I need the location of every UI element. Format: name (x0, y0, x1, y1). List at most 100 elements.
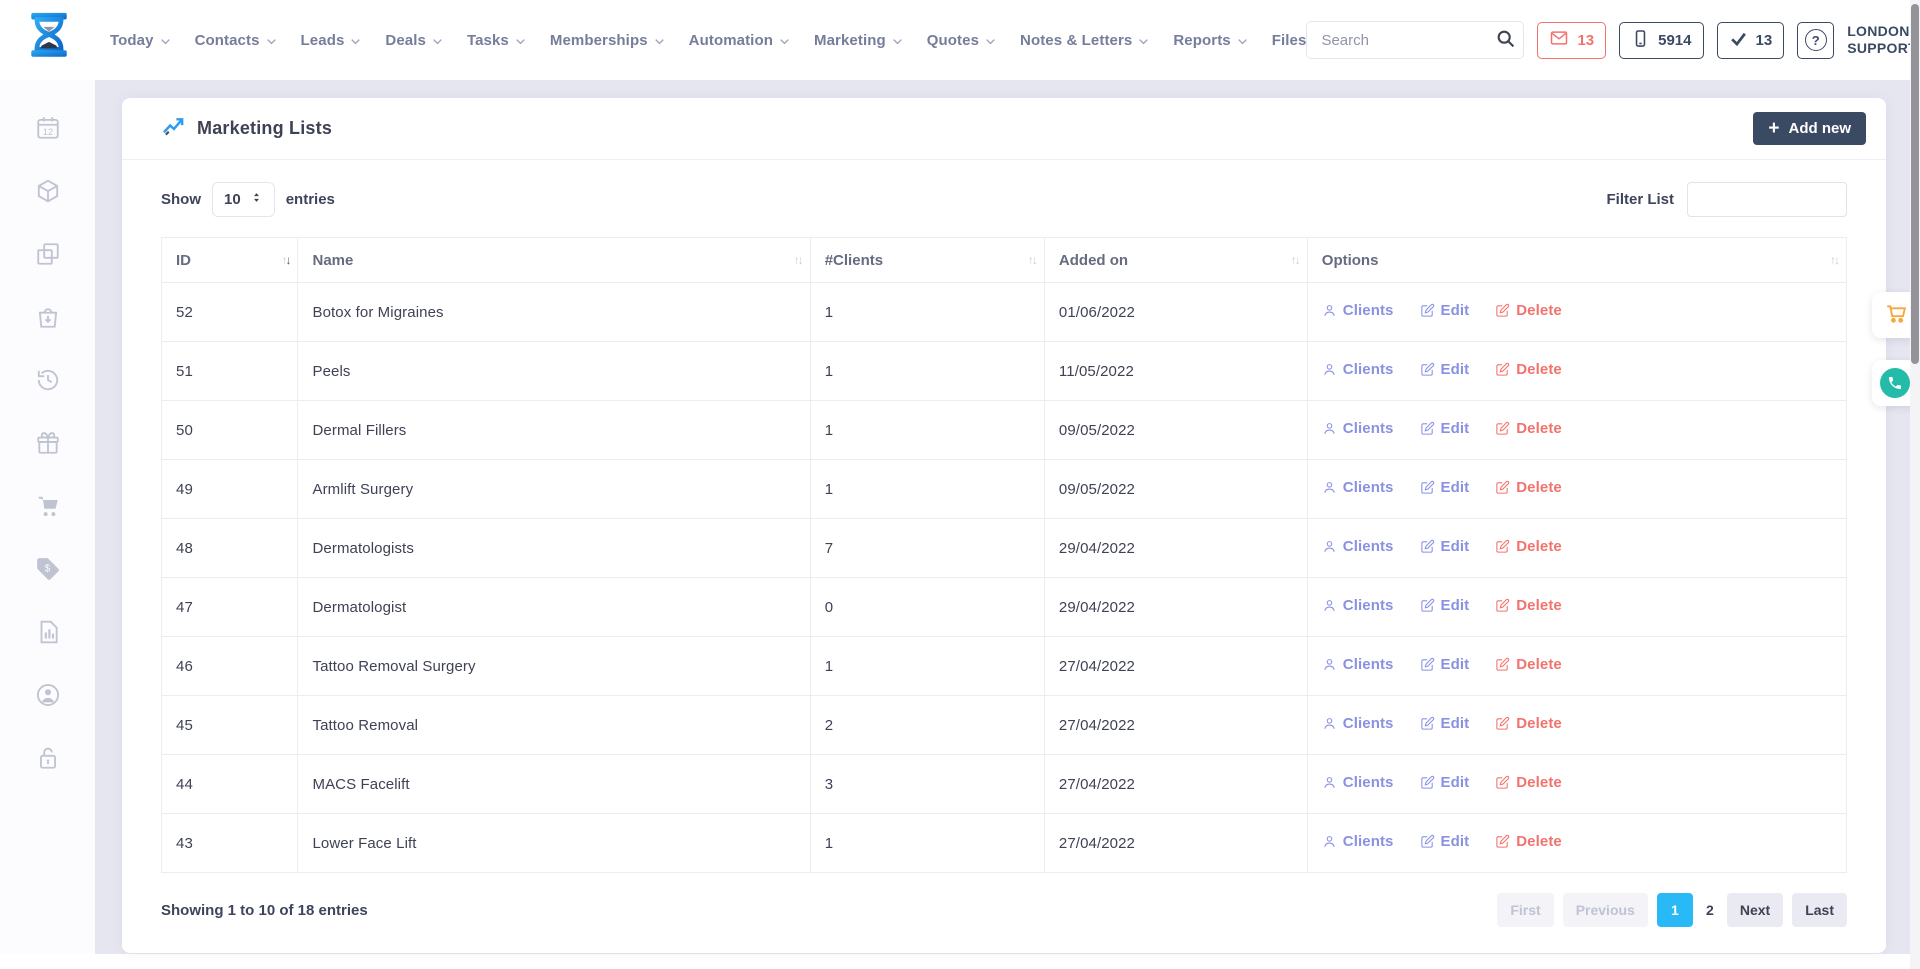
delete-link[interactable]: Delete (1495, 302, 1562, 319)
edit-link[interactable]: Edit (1420, 774, 1470, 791)
edit-link[interactable]: Edit (1420, 479, 1470, 496)
edit-icon (1495, 303, 1510, 318)
search-icon[interactable] (1495, 28, 1516, 52)
delete-link[interactable]: Delete (1495, 597, 1562, 614)
clients-link[interactable]: Clients (1322, 715, 1394, 732)
search-box (1306, 21, 1524, 59)
chevron-down-icon (653, 35, 666, 48)
tasks-badge[interactable]: 13 (1717, 22, 1785, 59)
nav-item-label: Deals (385, 32, 426, 49)
nav-item-label: Memberships (550, 32, 648, 49)
pagination-1[interactable]: 1 (1657, 893, 1693, 927)
table-row: 47Dermatologist029/04/2022ClientsEditDel… (162, 578, 1847, 637)
pagination-last[interactable]: Last (1792, 893, 1847, 927)
sort-arrows-icon: ↑↓ (1028, 253, 1036, 267)
clients-link[interactable]: Clients (1322, 774, 1394, 791)
nav-item-tasks[interactable]: Tasks (467, 32, 527, 49)
sidebar-lock-icon[interactable] (35, 744, 61, 771)
search-input[interactable] (1306, 21, 1524, 59)
option-label: Clients (1343, 538, 1394, 555)
table-row: 44MACS Facelift327/04/2022ClientsEditDel… (162, 755, 1847, 814)
clients-link[interactable]: Clients (1322, 302, 1394, 319)
edit-link[interactable]: Edit (1420, 656, 1470, 673)
sidebar-copy-icon[interactable] (35, 240, 61, 267)
delete-link[interactable]: Delete (1495, 833, 1562, 850)
nav-item-leads[interactable]: Leads (301, 32, 363, 49)
add-new-button[interactable]: + Add new (1753, 112, 1866, 145)
edit-link[interactable]: Edit (1420, 538, 1470, 555)
sidebar-price-tag-icon[interactable]: $ (35, 555, 61, 582)
clients-link[interactable]: Clients (1322, 479, 1394, 496)
column-label: #Clients (825, 252, 883, 269)
edit-link[interactable]: Edit (1420, 302, 1470, 319)
sidebar-calendar-icon[interactable]: 12 (35, 114, 61, 141)
sort-arrows-icon: ↑↓ (1291, 253, 1299, 267)
edit-link[interactable]: Edit (1420, 420, 1470, 437)
delete-link[interactable]: Delete (1495, 420, 1562, 437)
row-options: Clients Edit Delete (1307, 519, 1846, 578)
nav-item-today[interactable]: Today (110, 32, 172, 49)
sidebar-cart-icon[interactable] (35, 492, 61, 519)
column-label: Added on (1059, 252, 1128, 269)
column-header--clients[interactable]: #Clients ↑↓ (810, 238, 1044, 283)
nav-item-label: Contacts (195, 32, 260, 49)
edit-icon (1495, 716, 1510, 731)
filter-input[interactable] (1687, 182, 1847, 217)
nav-item-label: Automation (689, 32, 773, 49)
sidebar-gift-icon[interactable] (35, 429, 61, 456)
card-header: Marketing Lists + Add new (122, 98, 1886, 160)
messages-badge[interactable]: 13 (1537, 22, 1606, 59)
edit-link[interactable]: Edit (1420, 715, 1470, 732)
sidebar-account-icon[interactable] (35, 681, 61, 708)
nav-item-contacts[interactable]: Contacts (195, 32, 278, 49)
nav-item-files[interactable]: Files (1272, 32, 1307, 49)
svg-text:12: 12 (42, 126, 52, 136)
column-header-added-on[interactable]: Added on ↑↓ (1044, 238, 1307, 283)
delete-link[interactable]: Delete (1495, 715, 1562, 732)
messages-count: 13 (1577, 32, 1594, 49)
delete-link[interactable]: Delete (1495, 479, 1562, 496)
option-label: Edit (1441, 715, 1470, 732)
nav-item-notes-letters[interactable]: Notes & Letters (1020, 32, 1150, 49)
delete-link[interactable]: Delete (1495, 656, 1562, 673)
clients-link[interactable]: Clients (1322, 538, 1394, 555)
help-button[interactable]: ? (1797, 22, 1834, 59)
delete-link[interactable]: Delete (1495, 774, 1562, 791)
clients-link[interactable]: Clients (1322, 361, 1394, 378)
nav-item-marketing[interactable]: Marketing (814, 32, 904, 49)
nav-item-reports[interactable]: Reports (1173, 32, 1248, 49)
sidebar-bag-icon[interactable] (35, 303, 61, 330)
edit-link[interactable]: Edit (1420, 833, 1470, 850)
delete-link[interactable]: Delete (1495, 361, 1562, 378)
edit-link[interactable]: Edit (1420, 597, 1470, 614)
nav-item-quotes[interactable]: Quotes (927, 32, 997, 49)
delete-link[interactable]: Delete (1495, 538, 1562, 555)
clients-link[interactable]: Clients (1322, 597, 1394, 614)
clients-link[interactable]: Clients (1322, 656, 1394, 673)
nav-item-automation[interactable]: Automation (689, 32, 791, 49)
row-options: Clients Edit Delete (1307, 283, 1846, 342)
pagination-2[interactable]: 2 (1702, 893, 1718, 927)
edit-icon (1495, 775, 1510, 790)
column-header-id[interactable]: ID↑↓ (162, 238, 298, 283)
pagination-next[interactable]: Next (1727, 893, 1783, 927)
row-added-on: 09/05/2022 (1044, 401, 1307, 460)
page-size-select[interactable]: 10 (212, 182, 275, 217)
scrollbar-thumb[interactable] (1911, 4, 1919, 364)
app-logo-hourglass-icon[interactable] (26, 11, 72, 69)
row-added-on: 09/05/2022 (1044, 460, 1307, 519)
clients-link[interactable]: Clients (1322, 833, 1394, 850)
edit-link[interactable]: Edit (1420, 361, 1470, 378)
clients-link[interactable]: Clients (1322, 420, 1394, 437)
calls-badge[interactable]: 5914 (1619, 22, 1703, 59)
nav-item-deals[interactable]: Deals (385, 32, 444, 49)
person-icon (1322, 716, 1337, 731)
sidebar-history-icon[interactable] (35, 366, 61, 393)
nav-item-memberships[interactable]: Memberships (550, 32, 666, 49)
table-row: 52Botox for Migraines101/06/2022ClientsE… (162, 283, 1847, 342)
column-header-name[interactable]: Name↑↓ (298, 238, 810, 283)
sidebar-cube-icon[interactable] (35, 177, 61, 204)
page-scrollbar[interactable] (1910, 0, 1920, 969)
column-header-options[interactable]: Options↑↓ (1307, 238, 1846, 283)
sidebar-report-icon[interactable] (35, 618, 61, 645)
